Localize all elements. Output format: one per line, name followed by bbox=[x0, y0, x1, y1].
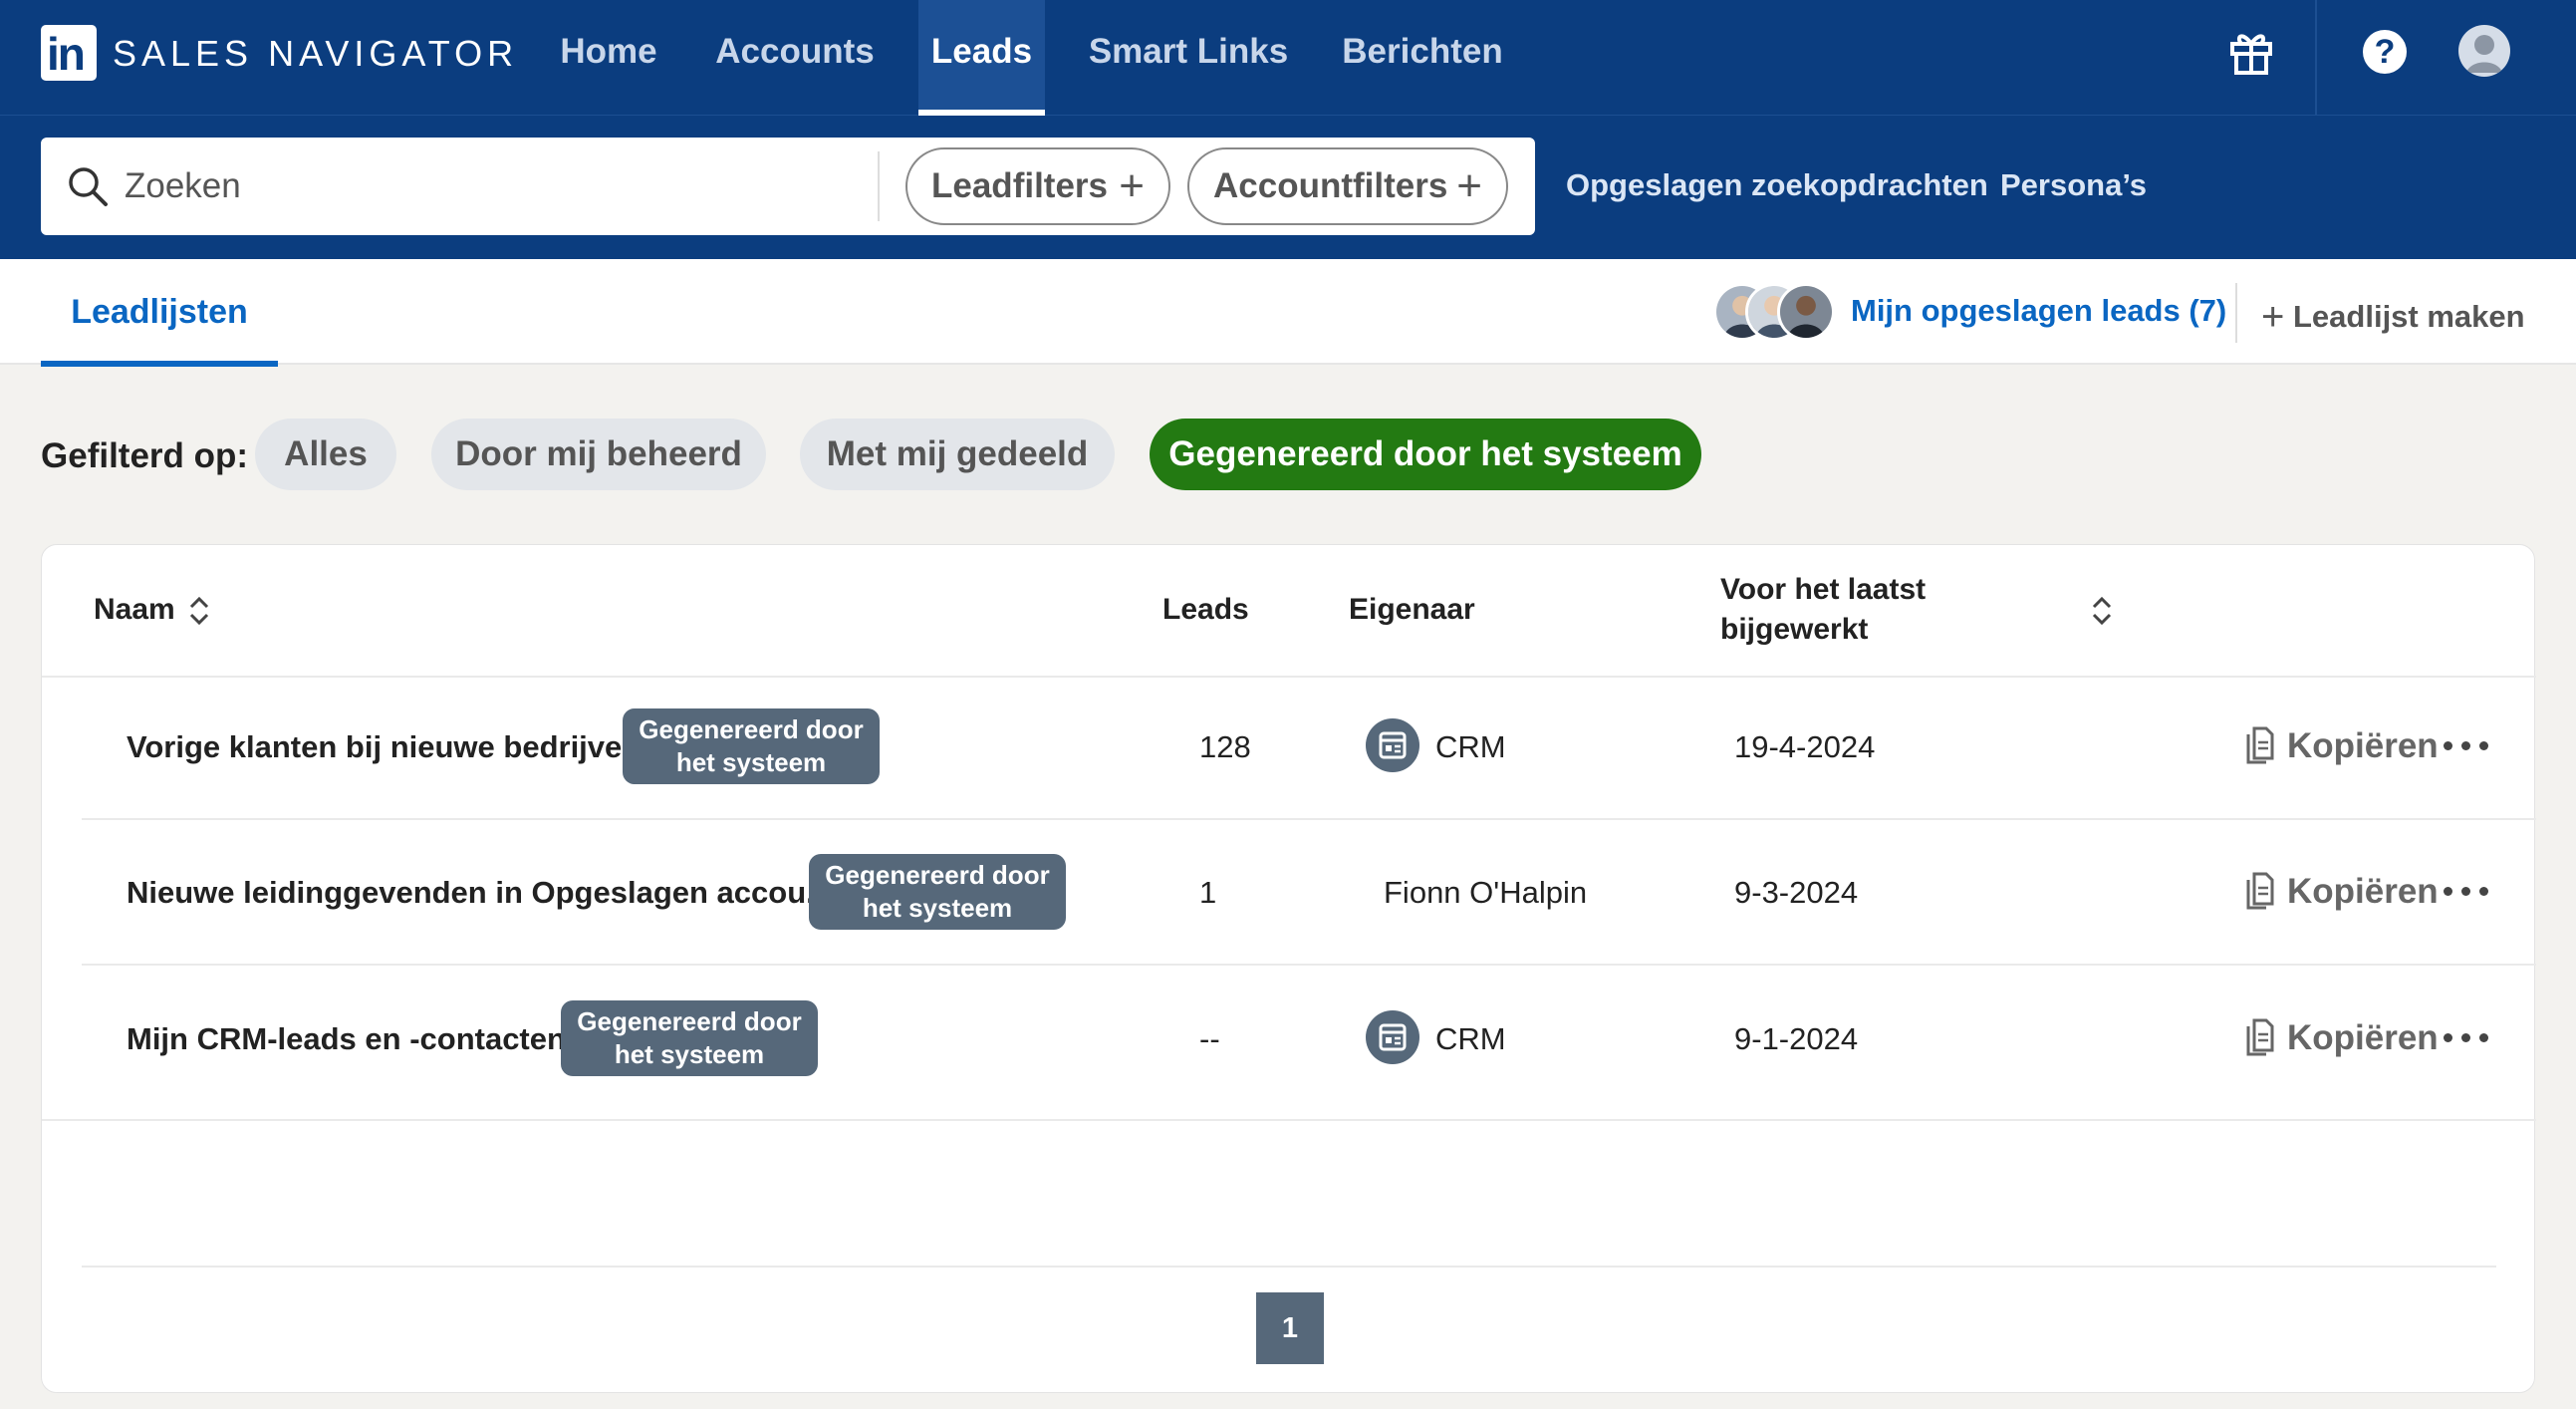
lead-lists-table: Naam Leads Eigenaar Voor het laatst bijg… bbox=[41, 544, 2536, 1393]
row-leads-count: 1 bbox=[1199, 875, 1217, 910]
system-generated-badge: Gegenereerd door het systeem bbox=[809, 854, 1066, 930]
badge-line2: het systeem bbox=[862, 893, 1013, 923]
personas-link[interactable]: Persona’s bbox=[2000, 167, 2147, 203]
copy-button[interactable]: Kopiëren bbox=[2287, 726, 2439, 766]
saved-searches-link[interactable]: Opgeslagen zoekopdrachten bbox=[1566, 167, 1988, 203]
row-name[interactable]: Nieuwe leidinggevenden in Opgeslagen acc… bbox=[127, 875, 832, 911]
chip-alles[interactable]: Alles bbox=[255, 419, 396, 490]
help-icon[interactable]: ? bbox=[2363, 30, 2407, 74]
copy-icon[interactable] bbox=[2245, 1016, 2275, 1056]
sort-icon[interactable] bbox=[187, 591, 211, 631]
tab-leadlijsten[interactable]: Leadlijsten bbox=[41, 259, 278, 367]
copy-icon[interactable] bbox=[2245, 870, 2275, 910]
user-silhouette-icon bbox=[2466, 35, 2502, 73]
row-updated-date: 19-4-2024 bbox=[1734, 729, 1876, 764]
lead-avatar bbox=[1777, 283, 1835, 341]
row-leads-count: -- bbox=[1199, 1021, 1220, 1056]
divider bbox=[82, 964, 2536, 966]
copy-button[interactable]: Kopiëren bbox=[2287, 1018, 2439, 1058]
lead-filters-label: Leadfilters bbox=[931, 166, 1108, 205]
divider bbox=[82, 818, 2536, 820]
search-separator bbox=[878, 151, 880, 221]
more-options-icon[interactable] bbox=[2444, 1031, 2489, 1045]
column-header-owner: Eigenaar bbox=[1349, 593, 1475, 626]
divider bbox=[42, 1119, 2536, 1121]
chip-gegenereerd-door-het-systeem[interactable]: Gegenereerd door het systeem bbox=[1150, 419, 1701, 490]
badge-line1: Gegenereerd door bbox=[825, 860, 1050, 890]
tab-bar: Leadlijsten Mijn opgeslagen leads (7) + … bbox=[0, 259, 2576, 367]
crm-icon bbox=[1366, 718, 1419, 772]
create-lead-list-label: Leadlijst maken bbox=[2292, 299, 2525, 334]
account-filters-label: Accountfilters bbox=[1213, 166, 1448, 205]
plus-icon: + bbox=[2261, 295, 2285, 339]
lead-filters-button[interactable]: Leadfilters + bbox=[905, 147, 1170, 225]
brand-name: SALES NAVIGATOR bbox=[113, 33, 519, 74]
logo-text: in bbox=[47, 28, 86, 80]
search-icon bbox=[69, 167, 108, 206]
nav-berichten[interactable]: Berichten bbox=[1335, 0, 1510, 116]
saved-leads-avatars[interactable] bbox=[1713, 283, 1837, 343]
badge-line1: Gegenereerd door bbox=[577, 1006, 802, 1036]
search-band: Leadfilters + Accountfilters + Opgeslage… bbox=[0, 116, 2576, 259]
row-name[interactable]: Mijn CRM-leads en -contacten bbox=[127, 1021, 566, 1057]
crm-glyph bbox=[1379, 1023, 1407, 1051]
chip-door-mij-beheerd[interactable]: Door mij beheerd bbox=[431, 419, 766, 490]
filter-label: Gefilterd op: bbox=[41, 436, 249, 475]
badge-line2: het systeem bbox=[614, 1039, 765, 1069]
badge-line2: het systeem bbox=[675, 747, 827, 777]
plus-icon: + bbox=[1119, 161, 1145, 210]
crm-glyph bbox=[1379, 731, 1407, 759]
avatar[interactable] bbox=[2458, 25, 2510, 77]
column-header-leads: Leads bbox=[1162, 593, 1249, 626]
more-options-icon[interactable] bbox=[2444, 739, 2489, 753]
account-filters-button[interactable]: Accountfilters + bbox=[1187, 147, 1508, 225]
chip-met-mij-gedeeld[interactable]: Met mij gedeeld bbox=[800, 419, 1115, 490]
nav-home[interactable]: Home bbox=[539, 0, 678, 116]
divider bbox=[42, 676, 2536, 678]
search-input[interactable] bbox=[125, 157, 911, 215]
linkedin-logo[interactable]: in bbox=[41, 25, 97, 81]
copy-button[interactable]: Kopiëren bbox=[2287, 872, 2439, 912]
nav-divider bbox=[2315, 0, 2317, 116]
top-nav: in SALES NAVIGATOR Home Accounts Leads S… bbox=[0, 0, 2576, 116]
row-owner: CRM bbox=[1435, 729, 1506, 764]
row-updated-date: 9-3-2024 bbox=[1734, 875, 1859, 910]
sort-icon[interactable] bbox=[2090, 591, 2114, 631]
create-lead-list-button[interactable]: + Leadlijst maken bbox=[2261, 295, 2525, 340]
nav-accounts[interactable]: Accounts bbox=[707, 0, 883, 116]
column-header-updated-line1: Voor het laatst bbox=[1720, 573, 1927, 606]
plus-icon: + bbox=[1456, 161, 1482, 210]
row-name[interactable]: Vorige klanten bij nieuwe bedrijven bbox=[127, 729, 641, 765]
search-box: Leadfilters + Accountfilters + bbox=[41, 138, 1535, 235]
row-owner: Fionn O'Halpin bbox=[1384, 875, 1588, 910]
nav-leads[interactable]: Leads bbox=[918, 0, 1045, 116]
row-leads-count: 128 bbox=[1199, 729, 1251, 764]
system-generated-badge: Gegenereerd door het systeem bbox=[561, 1000, 818, 1076]
nav-smart-links[interactable]: Smart Links bbox=[1082, 0, 1295, 116]
more-options-icon[interactable] bbox=[2444, 885, 2489, 899]
system-generated-badge: Gegenereerd door het systeem bbox=[623, 708, 880, 784]
crm-icon bbox=[1366, 1010, 1419, 1064]
pagination-page-button[interactable]: 1 bbox=[1256, 1292, 1324, 1364]
badge-line1: Gegenereerd door bbox=[639, 714, 864, 744]
row-updated-date: 9-1-2024 bbox=[1734, 1021, 1859, 1056]
column-header-updated[interactable]: Voor het laatst bijgewerkt bbox=[1720, 573, 1926, 647]
row-owner: CRM bbox=[1435, 1021, 1506, 1056]
tab-divider bbox=[2235, 283, 2237, 343]
gift-icon[interactable] bbox=[2229, 30, 2273, 76]
copy-icon[interactable] bbox=[2245, 724, 2275, 764]
divider bbox=[82, 1266, 2496, 1268]
column-header-updated-line2: bijgewerkt bbox=[1720, 613, 1869, 646]
saved-leads-link[interactable]: Mijn opgeslagen leads (7) bbox=[1851, 293, 2226, 329]
column-header-name[interactable]: Naam bbox=[94, 593, 175, 627]
